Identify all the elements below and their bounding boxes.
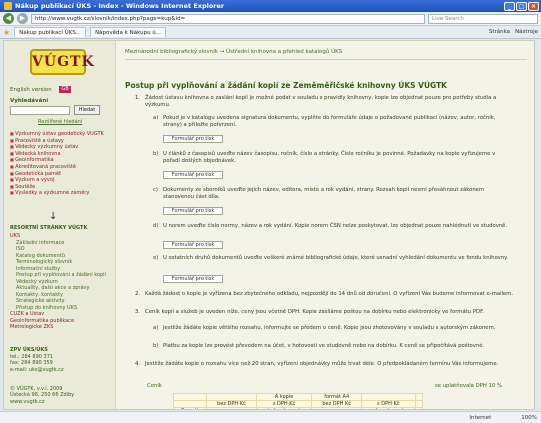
ie-icon [4, 2, 12, 10]
table-cell [414, 407, 424, 409]
paragraph-1e: e) U ostatních druhů dokumentů uveďte ve… [153, 255, 509, 261]
menu-item[interactable]: Výzkum a vývoj [10, 177, 110, 184]
paragraph-3a: a) Jestliže žádáte kopie většího rozsahu… [153, 325, 496, 331]
table-cell: jednostranná [255, 407, 313, 409]
tab-napoveda[interactable]: Nápověda k Nákupu ú... [90, 27, 167, 37]
paragraph-1: 1. Žádost ústavu knihovna o zaslání kopi… [135, 95, 497, 108]
sidebar: VÚGTK English version GB Vyhledávání Hle… [4, 41, 116, 409]
table-row: bez DPH Kč s DPH Kč bez DPH Kč s DPH Kč [172, 400, 424, 408]
price-table-note: se uplatňovala DPH 10 % [435, 383, 502, 389]
web-page: VÚGTK English version GB Vyhledávání Hle… [3, 40, 535, 410]
menu-item[interactable]: Soutěže [10, 184, 110, 191]
paragraph-1b: b) U článků z časopisů uveďte název časo… [153, 151, 496, 164]
menu-item[interactable]: Vědecký výzkumný ústav [10, 144, 110, 151]
table-row: A kopie formát A4 [172, 393, 424, 401]
menu-item[interactable]: Akreditovaná pracoviště [10, 164, 110, 171]
contact-block: ZPV ÚKS/ÚKS tel.: 284 890 371 fax: 284 8… [10, 347, 64, 373]
print-form-button[interactable]: Formulář pro tisk [163, 241, 223, 249]
zoom-level[interactable]: 100% [521, 415, 537, 421]
section-heading: RESORTNÍ STRÁNKY VÚGTK [10, 225, 88, 231]
main-menu: Výzkumný ústav geodetický VÚGTK Pracoviš… [10, 131, 110, 197]
price-table: A kopie formát A4 bez DPH Kč s DPH Kč bez DP… [172, 393, 424, 409]
advanced-search-link[interactable]: Rozšířené hledání [38, 119, 82, 125]
paragraph-1a: a) Pokud je v katalogu uvedena signatura… [153, 115, 496, 128]
arrow-down-icon: ↓ [49, 211, 58, 222]
menu-item[interactable]: Výsledky a výzkumné záměry [10, 190, 110, 197]
tab-toolbar: ★ Nákup publikací ÚKS... Nápověda k Náku… [0, 26, 541, 39]
tools-menu[interactable]: Nástroje [515, 29, 538, 35]
menu-item[interactable]: Pracoviště a ústavy [10, 138, 110, 145]
table-cell: formát A4 [311, 393, 362, 401]
contact-email-link[interactable]: e-mail: uks@vugtk.cz [10, 367, 64, 374]
paragraph-1c: c) Dokumenty ze sborníků uveďte jejich n… [153, 187, 485, 200]
table-cell: s DPH Kč [360, 400, 416, 408]
table-cell: bez DPH Kč [206, 400, 257, 408]
paragraph-2: 2. Každá žádost o kopie je vyřízena bez … [135, 291, 514, 297]
page-title: Postup při vyplňování a žádání kopií ze … [125, 81, 447, 90]
paragraph-3: 3. Ceník kopií a služeb je uveden níže, … [135, 309, 484, 315]
table-cell [172, 400, 208, 408]
status-bar: Internet 100% [0, 411, 541, 423]
menu-item[interactable]: Geoinformatika [10, 157, 110, 164]
main-content: Mezinárodní bibliografický slovník → Úst… [117, 41, 534, 409]
forward-button[interactable]: ▶ [17, 13, 28, 24]
submenu-item-active[interactable]: Postup při vyplňování a žádání kopií [10, 272, 114, 279]
minimize-button[interactable]: _ [504, 1, 515, 11]
menu-item[interactable]: Vědecká knihovna [10, 151, 110, 158]
page-menu[interactable]: Stránka [489, 29, 510, 35]
window-title: Nákup publikací ÚKS - Index - Windows In… [15, 2, 225, 10]
menu-item[interactable]: Výzkumný ústav geodetický VÚGTK [10, 131, 110, 138]
favorites-star-icon[interactable]: ★ [3, 28, 10, 37]
table-cell [311, 407, 362, 409]
menu-item[interactable]: Geodetická paměť [10, 171, 110, 178]
table-cell [360, 393, 416, 401]
table-cell [206, 393, 257, 401]
search-input[interactable]: Live Search [428, 13, 538, 24]
vugtk-logo[interactable]: VÚGTK [30, 49, 94, 75]
submenu-item[interactable]: Metrologické ZKS [10, 324, 114, 331]
sub-menu: ÚKS Základní informace ISO Katalog dokum… [10, 233, 114, 331]
paragraph-1d: d) U norem uveďte číslo normy, název a r… [153, 223, 508, 229]
table-row: Formát jednostranná oboustranná [172, 407, 424, 409]
maximize-button[interactable]: □ [516, 1, 527, 11]
print-form-button[interactable]: Formulář pro tisk [163, 275, 223, 283]
internet-zone-indicator: Internet [469, 414, 492, 421]
search-button[interactable]: Hledat [74, 105, 100, 115]
print-form-button[interactable]: Formulář pro tisk [163, 135, 223, 143]
table-cell: bez DPH Kč [311, 400, 362, 408]
table-cell [414, 393, 424, 401]
english-version-link[interactable]: English version [10, 87, 52, 93]
back-button[interactable]: ◀ [3, 13, 14, 24]
table-cell: A kopie [255, 393, 313, 401]
search-label: Vyhledávání [10, 98, 49, 104]
tab-nakup[interactable]: Nákup publikací ÚKS... [14, 27, 87, 37]
paragraph-4: 4. Jestliže žádáte kopie o rozsahu více … [135, 361, 499, 367]
window-title-bar: Nákup publikací ÚKS - Index - Windows In… [0, 0, 541, 12]
website-link[interactable]: www.vugtk.cz [10, 399, 110, 405]
site-search-input[interactable] [10, 106, 70, 115]
divider [125, 59, 527, 60]
table-cell: s DPH Kč [255, 400, 313, 408]
print-form-button[interactable]: Formulář pro tisk [163, 171, 223, 179]
table-cell: Formát [172, 407, 208, 409]
print-form-button[interactable]: Formulář pro tisk [163, 207, 223, 215]
paragraph-3b: b) Platbu za kopie lze provést převodem … [153, 343, 485, 349]
close-button[interactable]: × [528, 1, 539, 11]
table-cell: oboustranná [360, 407, 416, 409]
english-flag-icon[interactable]: GB [59, 86, 71, 93]
breadcrumb[interactable]: Mezinárodní bibliografický slovník → Úst… [125, 49, 342, 55]
address-toolbar: ◀ ▶ http://www.vugtk.cz/slovnik/index.ph… [0, 12, 541, 26]
table-cell [206, 407, 257, 409]
address-input[interactable]: http://www.vugtk.cz/slovnik/index.php?pa… [31, 13, 425, 24]
table-cell [172, 393, 208, 401]
address-block: © VÚGTK, v.v.i. 2009 Ústecká 98, 250 66 … [10, 386, 110, 405]
table-cell [414, 400, 424, 408]
price-table-title: Ceník [147, 383, 162, 389]
